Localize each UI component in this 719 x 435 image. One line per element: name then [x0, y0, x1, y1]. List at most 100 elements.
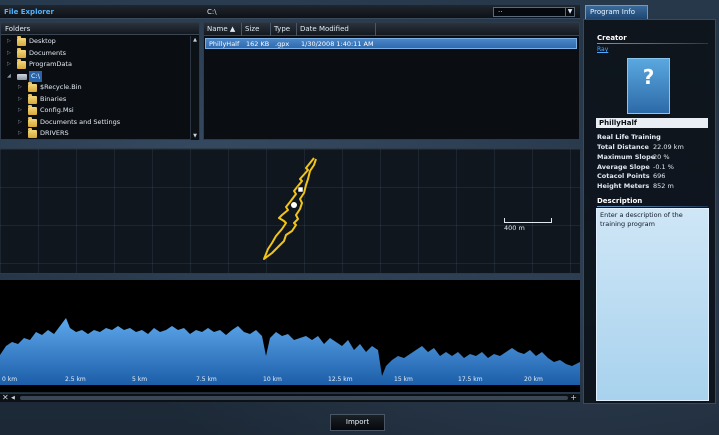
- elevation-profile[interactable]: 0 km 2.5 km 5 km 7.5 km 10 km 12.5 km 15…: [0, 280, 580, 392]
- tree-item-label: ProgramData: [29, 60, 72, 68]
- tree-item-label: Desktop: [29, 37, 56, 45]
- app-window: File Explorer C:\ ·· ▼ Folders ▷ Desktop…: [0, 0, 719, 435]
- folder-icon: [17, 59, 26, 69]
- file-name: PhillyHalf: [209, 40, 240, 48]
- stat-label: Maximum Slope: [597, 153, 656, 161]
- section-divider: [597, 43, 708, 44]
- tree-item-label: DRIVERS: [40, 129, 69, 137]
- stat-label: Height Meters: [597, 182, 650, 190]
- tree-item-documents[interactable]: ▷ Documents: [1, 47, 191, 60]
- tree-item-label: $Recycle.Bin: [40, 83, 82, 91]
- section-divider: [597, 206, 708, 207]
- column-header-name[interactable]: Name ▲: [204, 23, 242, 36]
- distance-tick-label: 2.5 km: [65, 376, 86, 383]
- distance-tick-label: 15 km: [394, 376, 413, 383]
- profile-scrollbar[interactable]: ✕ ◀ +: [0, 393, 580, 402]
- distance-tick-label: 7.5 km: [196, 376, 217, 383]
- distance-tick-label: 5 km: [132, 376, 148, 383]
- folder-icon: [28, 116, 37, 127]
- expand-arrow-icon[interactable]: ▷: [7, 48, 11, 60]
- import-button[interactable]: Import: [330, 414, 385, 431]
- stat-value: 22.09 km: [653, 143, 684, 151]
- tree-item-recycle-bin[interactable]: ▷ $Recycle.Bin: [1, 82, 191, 94]
- scroll-down-icon[interactable]: ▼: [191, 132, 199, 140]
- expand-arrow-icon[interactable]: ▷: [18, 94, 22, 106]
- folder-icon: [28, 105, 37, 115]
- route-start-marker: [291, 202, 297, 208]
- current-path: C:\: [207, 8, 217, 16]
- file-type: .gpx: [275, 40, 290, 48]
- creator-link[interactable]: Ray: [597, 46, 608, 53]
- file-list-header: Name ▲ Size Type Date Modified: [204, 23, 579, 36]
- zoom-in-icon[interactable]: +: [570, 393, 577, 402]
- map-scale-label: 400 m: [504, 224, 525, 232]
- expand-arrow-icon[interactable]: ▷: [18, 117, 22, 129]
- folder-icon: [28, 82, 37, 92]
- creator-section-title: Creator: [597, 34, 627, 42]
- view-dropdown[interactable]: ·· ▼: [493, 7, 575, 17]
- unknown-user-icon: ?: [642, 65, 655, 89]
- expand-arrow-icon[interactable]: ▷: [18, 128, 22, 140]
- file-row[interactable]: PhillyHalf 162 KB .gpx 1/30/2008 1:40:11…: [205, 38, 577, 49]
- stat-value: 20 %: [653, 153, 670, 161]
- column-header-date-modified[interactable]: Date Modified: [297, 23, 376, 36]
- close-icon[interactable]: ✕: [2, 393, 9, 402]
- tree-item-config-msi[interactable]: ▷ Config.Msi: [1, 105, 191, 117]
- collapse-arrow-icon[interactable]: ◢: [7, 71, 11, 83]
- description-section-title: Description: [597, 197, 643, 205]
- folder-icon: [17, 47, 26, 58]
- folders-header: Folders: [1, 23, 199, 35]
- expand-arrow-icon[interactable]: ▷: [18, 105, 22, 117]
- drive-icon: [17, 73, 27, 80]
- folder-tree: ▷ Desktop ▷ Documents ▷ ProgramData ◢ C:…: [1, 36, 191, 140]
- stat-label: Cotacol Points: [597, 172, 650, 180]
- expand-arrow-icon[interactable]: ▷: [7, 36, 11, 48]
- stat-label: Total Distance: [597, 143, 649, 151]
- file-explorer-title: File Explorer: [4, 8, 54, 16]
- file-explorer-header: File Explorer C:\ ·· ▼: [0, 5, 580, 19]
- tree-item-binaries[interactable]: ▷ Binaries: [1, 93, 191, 106]
- scroll-left-icon[interactable]: ◀: [11, 394, 15, 402]
- stat-value: 696: [653, 172, 666, 180]
- tree-item-drivers[interactable]: ▷ DRIVERS: [1, 128, 191, 140]
- tree-item-documents-and-settings[interactable]: ▷ Documents and Settings: [1, 116, 191, 129]
- tab-program-info[interactable]: Program Info: [585, 5, 648, 19]
- tree-item-label: C:\: [29, 70, 42, 82]
- scroll-up-icon[interactable]: ▲: [191, 36, 199, 44]
- folders-panel: Folders ▷ Desktop ▷ Documents ▷ ProgramD…: [0, 22, 200, 140]
- folders-scrollbar[interactable]: ▲ ▼: [190, 36, 199, 140]
- stat-value: -0.1 %: [653, 163, 674, 171]
- folder-icon: [17, 36, 26, 46]
- tree-item-desktop[interactable]: ▷ Desktop: [1, 36, 191, 48]
- stat-label: Average Slope: [597, 163, 650, 171]
- scrollbar-thumb[interactable]: [20, 396, 568, 400]
- map-scale-bar: [504, 218, 552, 223]
- chevron-down-icon[interactable]: ▼: [565, 8, 574, 16]
- tree-item-label: Binaries: [40, 94, 67, 103]
- file-list: Name ▲ Size Type Date Modified PhillyHal…: [203, 22, 580, 140]
- description-textarea[interactable]: Enter a description of the training prog…: [596, 208, 709, 401]
- route-track: [263, 157, 317, 260]
- expand-arrow-icon[interactable]: ▷: [7, 59, 11, 71]
- distance-tick-label: 10 km: [263, 376, 282, 383]
- program-info-panel: Creator Ray ? PhillyHalf Real Life Train…: [583, 19, 716, 404]
- route-finish-marker: [297, 186, 304, 193]
- program-name-field[interactable]: PhillyHalf: [596, 118, 708, 128]
- distance-tick-label: 17.5 km: [458, 376, 483, 383]
- route-line: [263, 157, 317, 260]
- tree-item-label: Documents: [29, 48, 67, 57]
- distance-tick-label: 20 km: [524, 376, 543, 383]
- column-header-size[interactable]: Size: [242, 23, 271, 36]
- tree-item-label: Config.Msi: [40, 106, 74, 114]
- tree-item-programdata[interactable]: ▷ ProgramData: [1, 59, 191, 71]
- column-header-type[interactable]: Type: [271, 23, 297, 36]
- program-type: Real Life Training: [597, 133, 661, 141]
- expand-arrow-icon[interactable]: ▷: [18, 82, 22, 94]
- file-modified: 1/30/2008 1:40:11 AM: [301, 40, 374, 48]
- route-map[interactable]: 400 m: [0, 148, 580, 274]
- tree-item-c-drive[interactable]: ◢ C:\: [1, 70, 191, 83]
- view-dropdown-value: ··: [498, 8, 503, 16]
- file-size: 162 KB: [246, 40, 270, 48]
- folder-icon: [28, 93, 37, 104]
- avatar: ?: [627, 58, 670, 114]
